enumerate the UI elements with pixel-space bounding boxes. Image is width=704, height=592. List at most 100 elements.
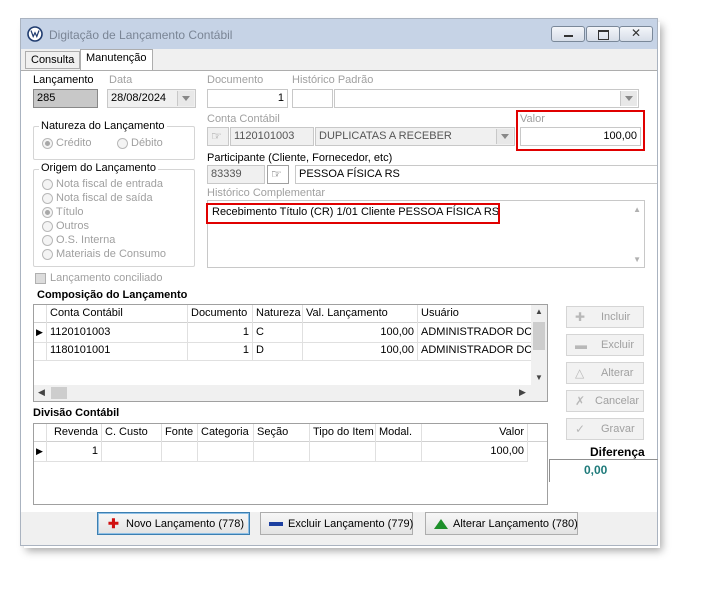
maximize-button[interactable]	[586, 26, 620, 42]
incluir-button[interactable]: ✚ Incluir	[566, 306, 644, 328]
novo-lancamento-label: Novo Lançamento (778)	[126, 518, 245, 530]
composicao-row2-documento[interactable]: 1	[188, 342, 252, 359]
main-window: Digitação de Lançamento Contábil ✕ Consu…	[20, 18, 658, 546]
cancelar-button[interactable]: ✗ Cancelar	[566, 390, 644, 412]
title-bar[interactable]: Digitação de Lançamento Contábil ✕	[21, 19, 657, 49]
composicao-col-valor[interactable]: Val. Lançamento	[303, 305, 417, 322]
alterar-button[interactable]: △ Alterar	[566, 362, 644, 384]
scroll-up-icon[interactable]: ▲	[633, 205, 641, 214]
red-plus-icon: ✚	[108, 516, 119, 531]
chevron-down-icon[interactable]	[496, 129, 513, 144]
vscroll-thumb[interactable]	[533, 322, 545, 350]
composicao-row1-documento[interactable]: 1	[188, 324, 252, 341]
documento-field[interactable]: 1	[207, 89, 288, 108]
composicao-vscroll[interactable]: ▲ ▼	[531, 305, 547, 385]
incluir-label: Incluir	[601, 311, 631, 323]
composicao-col-conta[interactable]: Conta Contábil	[47, 305, 187, 322]
data-field[interactable]: 28/08/2024	[107, 89, 196, 108]
composicao-row1-natureza[interactable]: C	[253, 324, 302, 341]
historico-padrao-combo[interactable]	[334, 89, 639, 108]
conciliado-checkbox[interactable]	[35, 273, 46, 284]
participante-name-field[interactable]: PESSOA FÍSICA RS	[295, 165, 657, 184]
composicao-col-documento[interactable]: Documento	[188, 305, 252, 322]
composicao-row1-valor[interactable]: 100,00	[303, 324, 417, 341]
scroll-right-icon[interactable]: ▶	[519, 387, 526, 398]
composicao-row1-conta[interactable]: 1120101003	[47, 324, 187, 341]
conta-contabil-combo[interactable]: DUPLICATAS A RECEBER	[315, 127, 515, 146]
minimize-button[interactable]	[551, 26, 585, 42]
tab-consulta[interactable]: Consulta	[25, 51, 81, 69]
natureza-debito-radio[interactable]	[117, 138, 128, 149]
valor-highlight-box	[516, 110, 645, 151]
composicao-row1-usuario[interactable]: ADMINISTRADOR DC	[418, 324, 531, 341]
alterar-lancamento-button[interactable]: Alterar Lançamento (780)	[425, 512, 578, 535]
divisao-col-modal[interactable]: Modal.	[376, 424, 421, 441]
scroll-down-icon[interactable]: ▼	[633, 255, 641, 264]
tab-manutencao[interactable]: Manutenção	[80, 49, 153, 71]
chevron-down-icon[interactable]	[620, 91, 637, 106]
divisao-row1-tipo-item[interactable]	[310, 443, 375, 460]
origem-os-interna-radio[interactable]	[42, 235, 53, 246]
conta-contabil-field[interactable]: 1120101003	[230, 127, 314, 146]
divisao-row1-categoria[interactable]	[198, 443, 253, 460]
composicao-title: Composição do Lançamento	[37, 289, 188, 301]
natureza-group-title: Natureza do Lançamento	[39, 120, 167, 132]
chevron-down-icon[interactable]	[177, 91, 194, 106]
x-icon: ✗	[575, 394, 586, 408]
gravar-button[interactable]: ✓ Gravar	[566, 418, 644, 440]
conta-contabil-desc: DUPLICATAS A RECEBER	[319, 130, 452, 142]
documento-label: Documento	[207, 74, 264, 86]
scroll-up-icon[interactable]: ▲	[535, 307, 543, 316]
lancamento-field[interactable]: 285	[33, 89, 98, 108]
conta-contabil-lookup-button[interactable]: ☞	[207, 127, 229, 146]
excluir-lancamento-label: Excluir Lançamento (779)	[288, 518, 414, 530]
divisao-row1-secao[interactable]	[254, 443, 309, 460]
composicao-row2-conta[interactable]: 1180101001	[47, 342, 187, 359]
divisao-col-ccusto[interactable]: C. Custo	[102, 424, 161, 441]
divisao-col-fonte[interactable]: Fonte	[162, 424, 197, 441]
origem-nf-entrada-radio[interactable]	[42, 179, 53, 190]
divisao-row1-ccusto[interactable]	[102, 443, 161, 460]
composicao-grid: Conta Contábil Documento Natureza Val. L…	[33, 304, 548, 402]
hscroll-thumb[interactable]	[51, 387, 67, 399]
check-icon: ✓	[575, 422, 586, 436]
divisao-row1-fonte[interactable]	[162, 443, 197, 460]
divisao-row1-revenda[interactable]: 1	[47, 443, 101, 460]
participante-label: Participante (Cliente, Fornecedor, etc)	[207, 152, 393, 164]
scroll-left-icon[interactable]: ◀	[38, 387, 45, 398]
composicao-row2-usuario[interactable]: ADMINISTRADOR DC	[418, 342, 531, 359]
minimize-icon	[564, 35, 573, 37]
composicao-col-usuario[interactable]: Usuário	[418, 305, 531, 322]
novo-lancamento-button[interactable]: ✚ Novo Lançamento (778)	[97, 512, 250, 535]
divisao-col-tipo-item[interactable]: Tipo do Item	[310, 424, 375, 441]
origem-nf-saida-label: Nota fiscal de saída	[56, 192, 153, 204]
excluir-button[interactable]: ▬ Excluir	[566, 334, 644, 356]
divisao-col-categoria[interactable]: Categoria	[198, 424, 253, 441]
divisao-row1-valor[interactable]: 100,00	[422, 443, 527, 460]
participante-code-field[interactable]: 83339	[207, 165, 265, 184]
diferenca-box: 0,00	[549, 459, 658, 482]
natureza-credito-radio[interactable]	[42, 138, 53, 149]
close-button[interactable]: ✕	[619, 26, 653, 42]
composicao-col-natureza[interactable]: Natureza	[253, 305, 302, 322]
divisao-col-secao[interactable]: Seção	[254, 424, 309, 441]
origem-group-title: Origem do Lançamento	[39, 162, 158, 174]
origem-materiais-label: Materiais de Consumo	[56, 248, 167, 260]
composicao-row2-valor[interactable]: 100,00	[303, 342, 417, 359]
origem-materiais-radio[interactable]	[42, 249, 53, 260]
participante-lookup-button[interactable]: ☞	[267, 165, 289, 184]
blue-minus-icon	[269, 522, 283, 526]
origem-outros-radio[interactable]	[42, 221, 53, 232]
excluir-lancamento-button[interactable]: Excluir Lançamento (779)	[260, 512, 413, 535]
composicao-row2-natureza[interactable]: D	[253, 342, 302, 359]
divisao-col-revenda[interactable]: Revenda	[47, 424, 101, 441]
historico-padrao-code-field[interactable]	[292, 89, 333, 108]
divisao-row1-modal[interactable]	[376, 443, 421, 460]
historico-complementar-label: Histórico Complementar	[207, 187, 325, 199]
scroll-down-icon[interactable]: ▼	[535, 373, 543, 382]
divisao-col-valor[interactable]: Valor	[422, 424, 527, 441]
origem-nf-saida-radio[interactable]	[42, 193, 53, 204]
diferenca-label: Diferença	[590, 445, 645, 459]
composicao-hscroll[interactable]: ◀ ▶	[34, 385, 547, 401]
origem-titulo-radio[interactable]	[42, 207, 53, 218]
